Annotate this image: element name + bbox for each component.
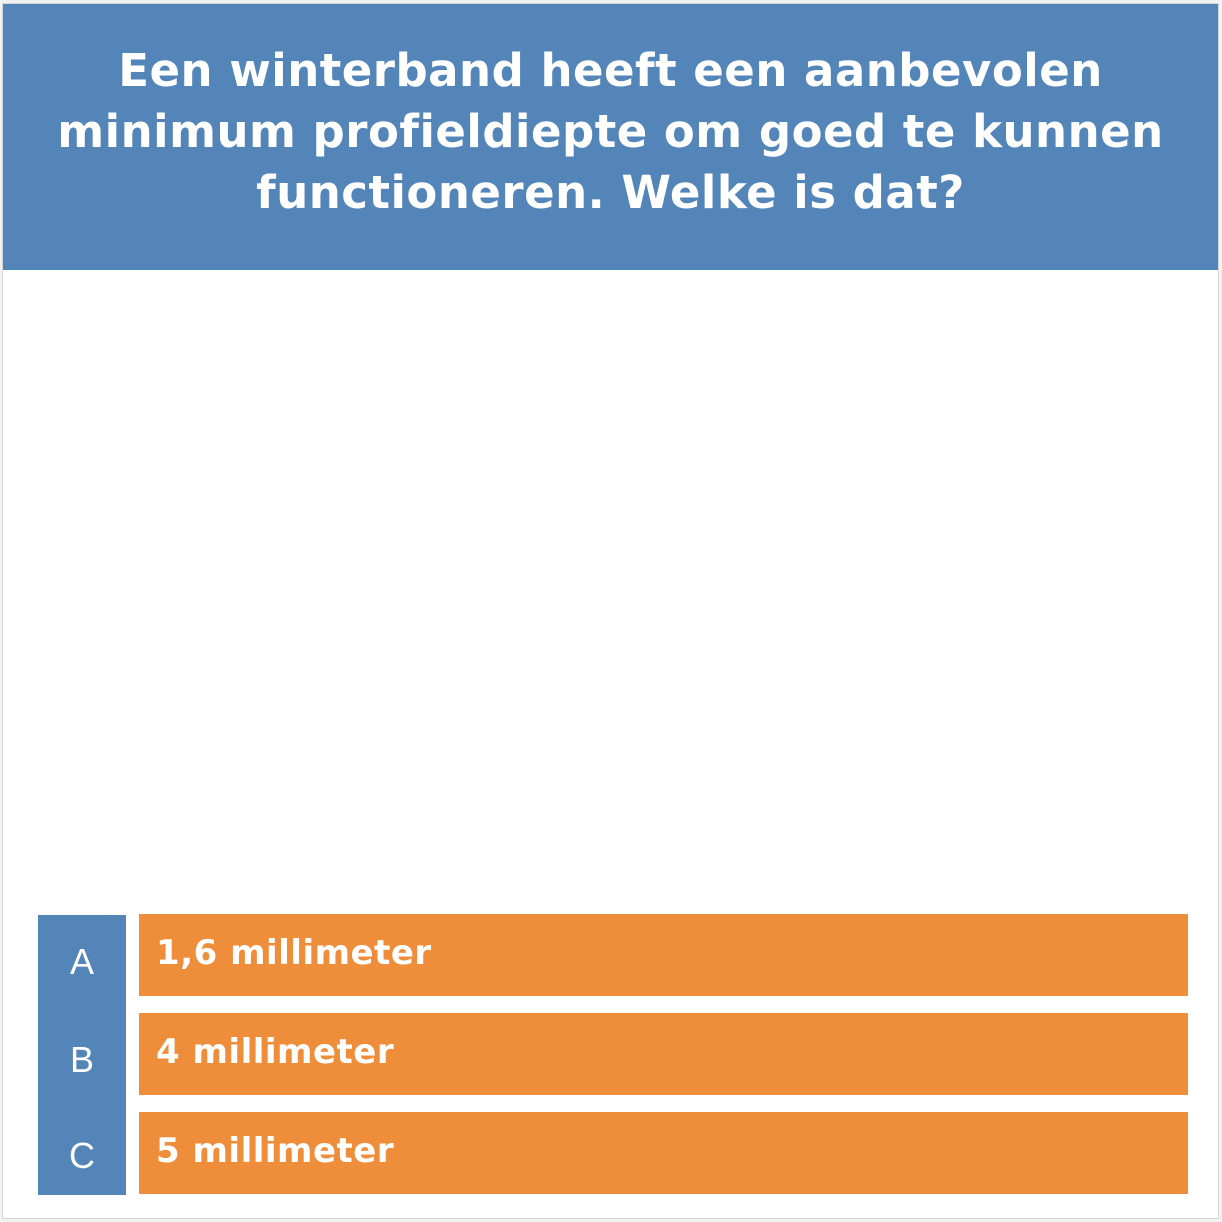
answer-option-label: 4 millimeter: [156, 1032, 395, 1072]
answer-option-a[interactable]: 1,6 millimeter: [139, 914, 1188, 996]
question-text: Een winterband heeft een aanbevolen mini…: [57, 43, 1164, 219]
media-area: [3, 270, 1218, 910]
answer-option-label: 5 millimeter: [156, 1131, 395, 1171]
answer-letter-column: A B C: [38, 915, 126, 1195]
quiz-card: Een winterband heeft een aanbevolen mini…: [2, 3, 1219, 1219]
answer-letter-b: B: [69, 1039, 94, 1080]
answer-letter-a: A: [69, 941, 94, 982]
answer-letter-c: C: [69, 1135, 95, 1176]
answer-option-c[interactable]: 5 millimeter: [139, 1112, 1188, 1194]
answer-option-b[interactable]: 4 millimeter: [139, 1013, 1188, 1095]
answer-option-label: 1,6 millimeter: [156, 933, 432, 973]
question-header: Een winterband heeft een aanbevolen mini…: [3, 4, 1218, 270]
